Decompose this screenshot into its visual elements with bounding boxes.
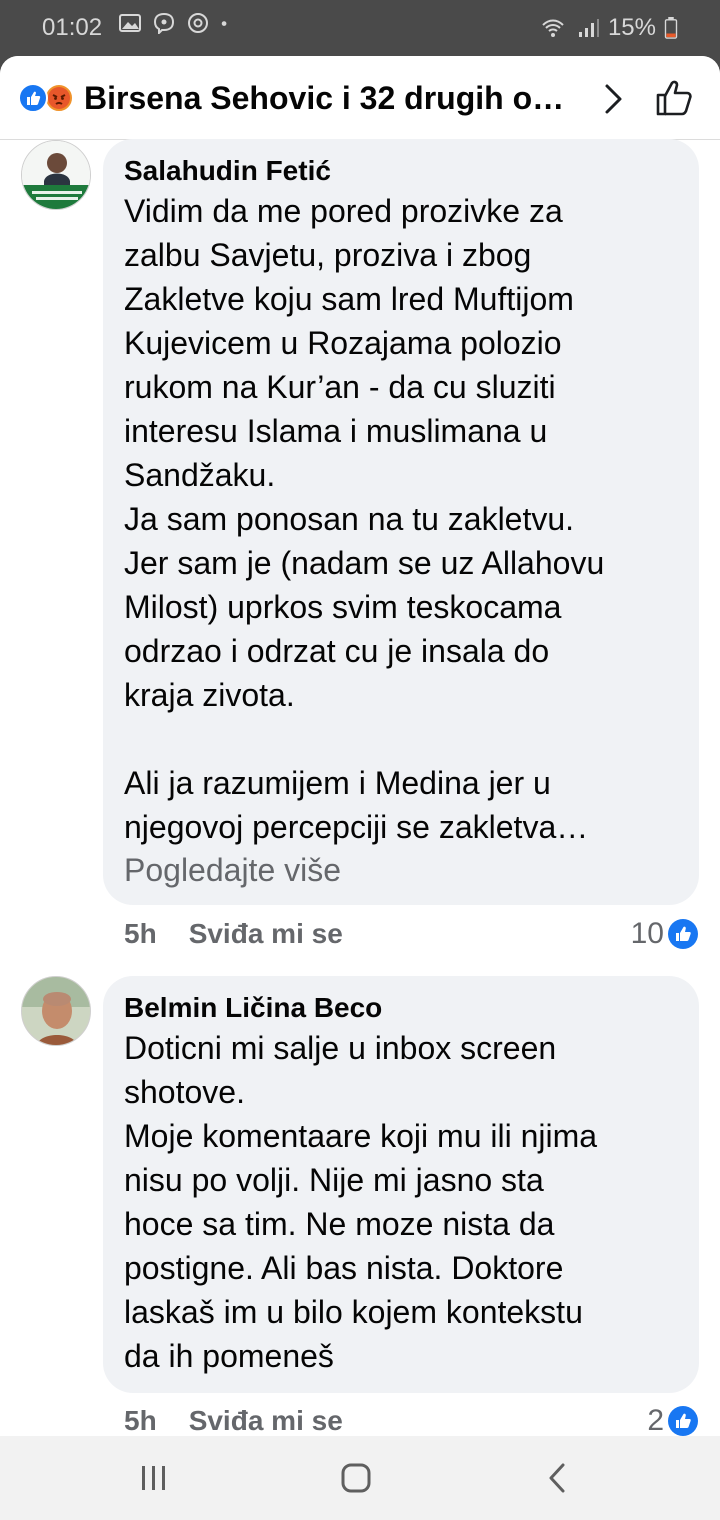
- comment-author[interactable]: Belmin Ličina Beco: [124, 990, 679, 1026]
- viber-icon: [153, 12, 175, 34]
- messenger-icon: [188, 13, 208, 33]
- comment-meta: 5h Sviđa mi se: [124, 918, 343, 950]
- avatar[interactable]: [21, 976, 91, 1046]
- chevron-right-icon[interactable]: [598, 82, 628, 116]
- see-more-link[interactable]: Pogledajte više: [124, 849, 679, 891]
- comment-meta: 5h Sviđa mi se: [124, 1405, 343, 1436]
- sheet-header: Birsena Sehovic i 32 drugih o…: [0, 56, 720, 140]
- like-reaction-icon: [668, 1406, 698, 1436]
- home-icon[interactable]: [338, 1460, 374, 1496]
- status-time: 01:02: [42, 14, 103, 41]
- status-system-icons: 15%: [538, 14, 678, 42]
- like-reaction-icon: [668, 919, 698, 949]
- reaction-count: 10: [630, 917, 664, 950]
- signal-icon: [578, 19, 599, 37]
- status-notification-icons: [118, 12, 234, 34]
- comment-text: Doticni mi salje u inbox screen shotove.…: [124, 1030, 598, 1374]
- back-icon[interactable]: [540, 1460, 576, 1496]
- reaction-count: 2: [647, 1404, 664, 1436]
- dot-icon: [221, 21, 227, 26]
- angry-reaction-icon: [44, 83, 74, 113]
- comment-text: Vidim da me pored prozivke za zalbu Savj…: [124, 193, 605, 845]
- comment-bubble[interactable]: Salahudin Fetić Vidim da me pored proziv…: [103, 139, 699, 905]
- reaction-summary[interactable]: [18, 83, 80, 113]
- status-bar: 01:02 15%: [0, 0, 720, 56]
- like-button[interactable]: Sviđa mi se: [189, 918, 343, 949]
- gallery-icon: [119, 14, 141, 32]
- comment-author[interactable]: Salahudin Fetić: [124, 153, 679, 189]
- comment-reaction-count[interactable]: 10: [631, 917, 698, 951]
- recent-apps-icon[interactable]: [136, 1460, 172, 1496]
- reactors-title[interactable]: Birsena Sehovic i 32 drugih o…: [84, 80, 584, 117]
- system-navigation-bar: [0, 1436, 720, 1520]
- comment-time: 5h: [124, 918, 157, 949]
- wifi-icon: [542, 19, 564, 37]
- like-reaction-icon: [18, 83, 48, 113]
- comment-time: 5h: [124, 1405, 157, 1436]
- comment-reaction-count[interactable]: 2: [647, 1404, 698, 1436]
- reactions-comments-sheet: Birsena Sehovic i 32 drugih o… Salahudin…: [0, 56, 720, 1436]
- comment-bubble[interactable]: Belmin Ličina Beco Doticni mi salje u in…: [103, 976, 699, 1393]
- avatar[interactable]: [21, 140, 91, 210]
- like-button[interactable]: Sviđa mi se: [189, 1405, 343, 1436]
- like-outline-icon[interactable]: [654, 78, 694, 118]
- battery-icon: [664, 17, 678, 39]
- battery-percent: 15%: [607, 14, 656, 41]
